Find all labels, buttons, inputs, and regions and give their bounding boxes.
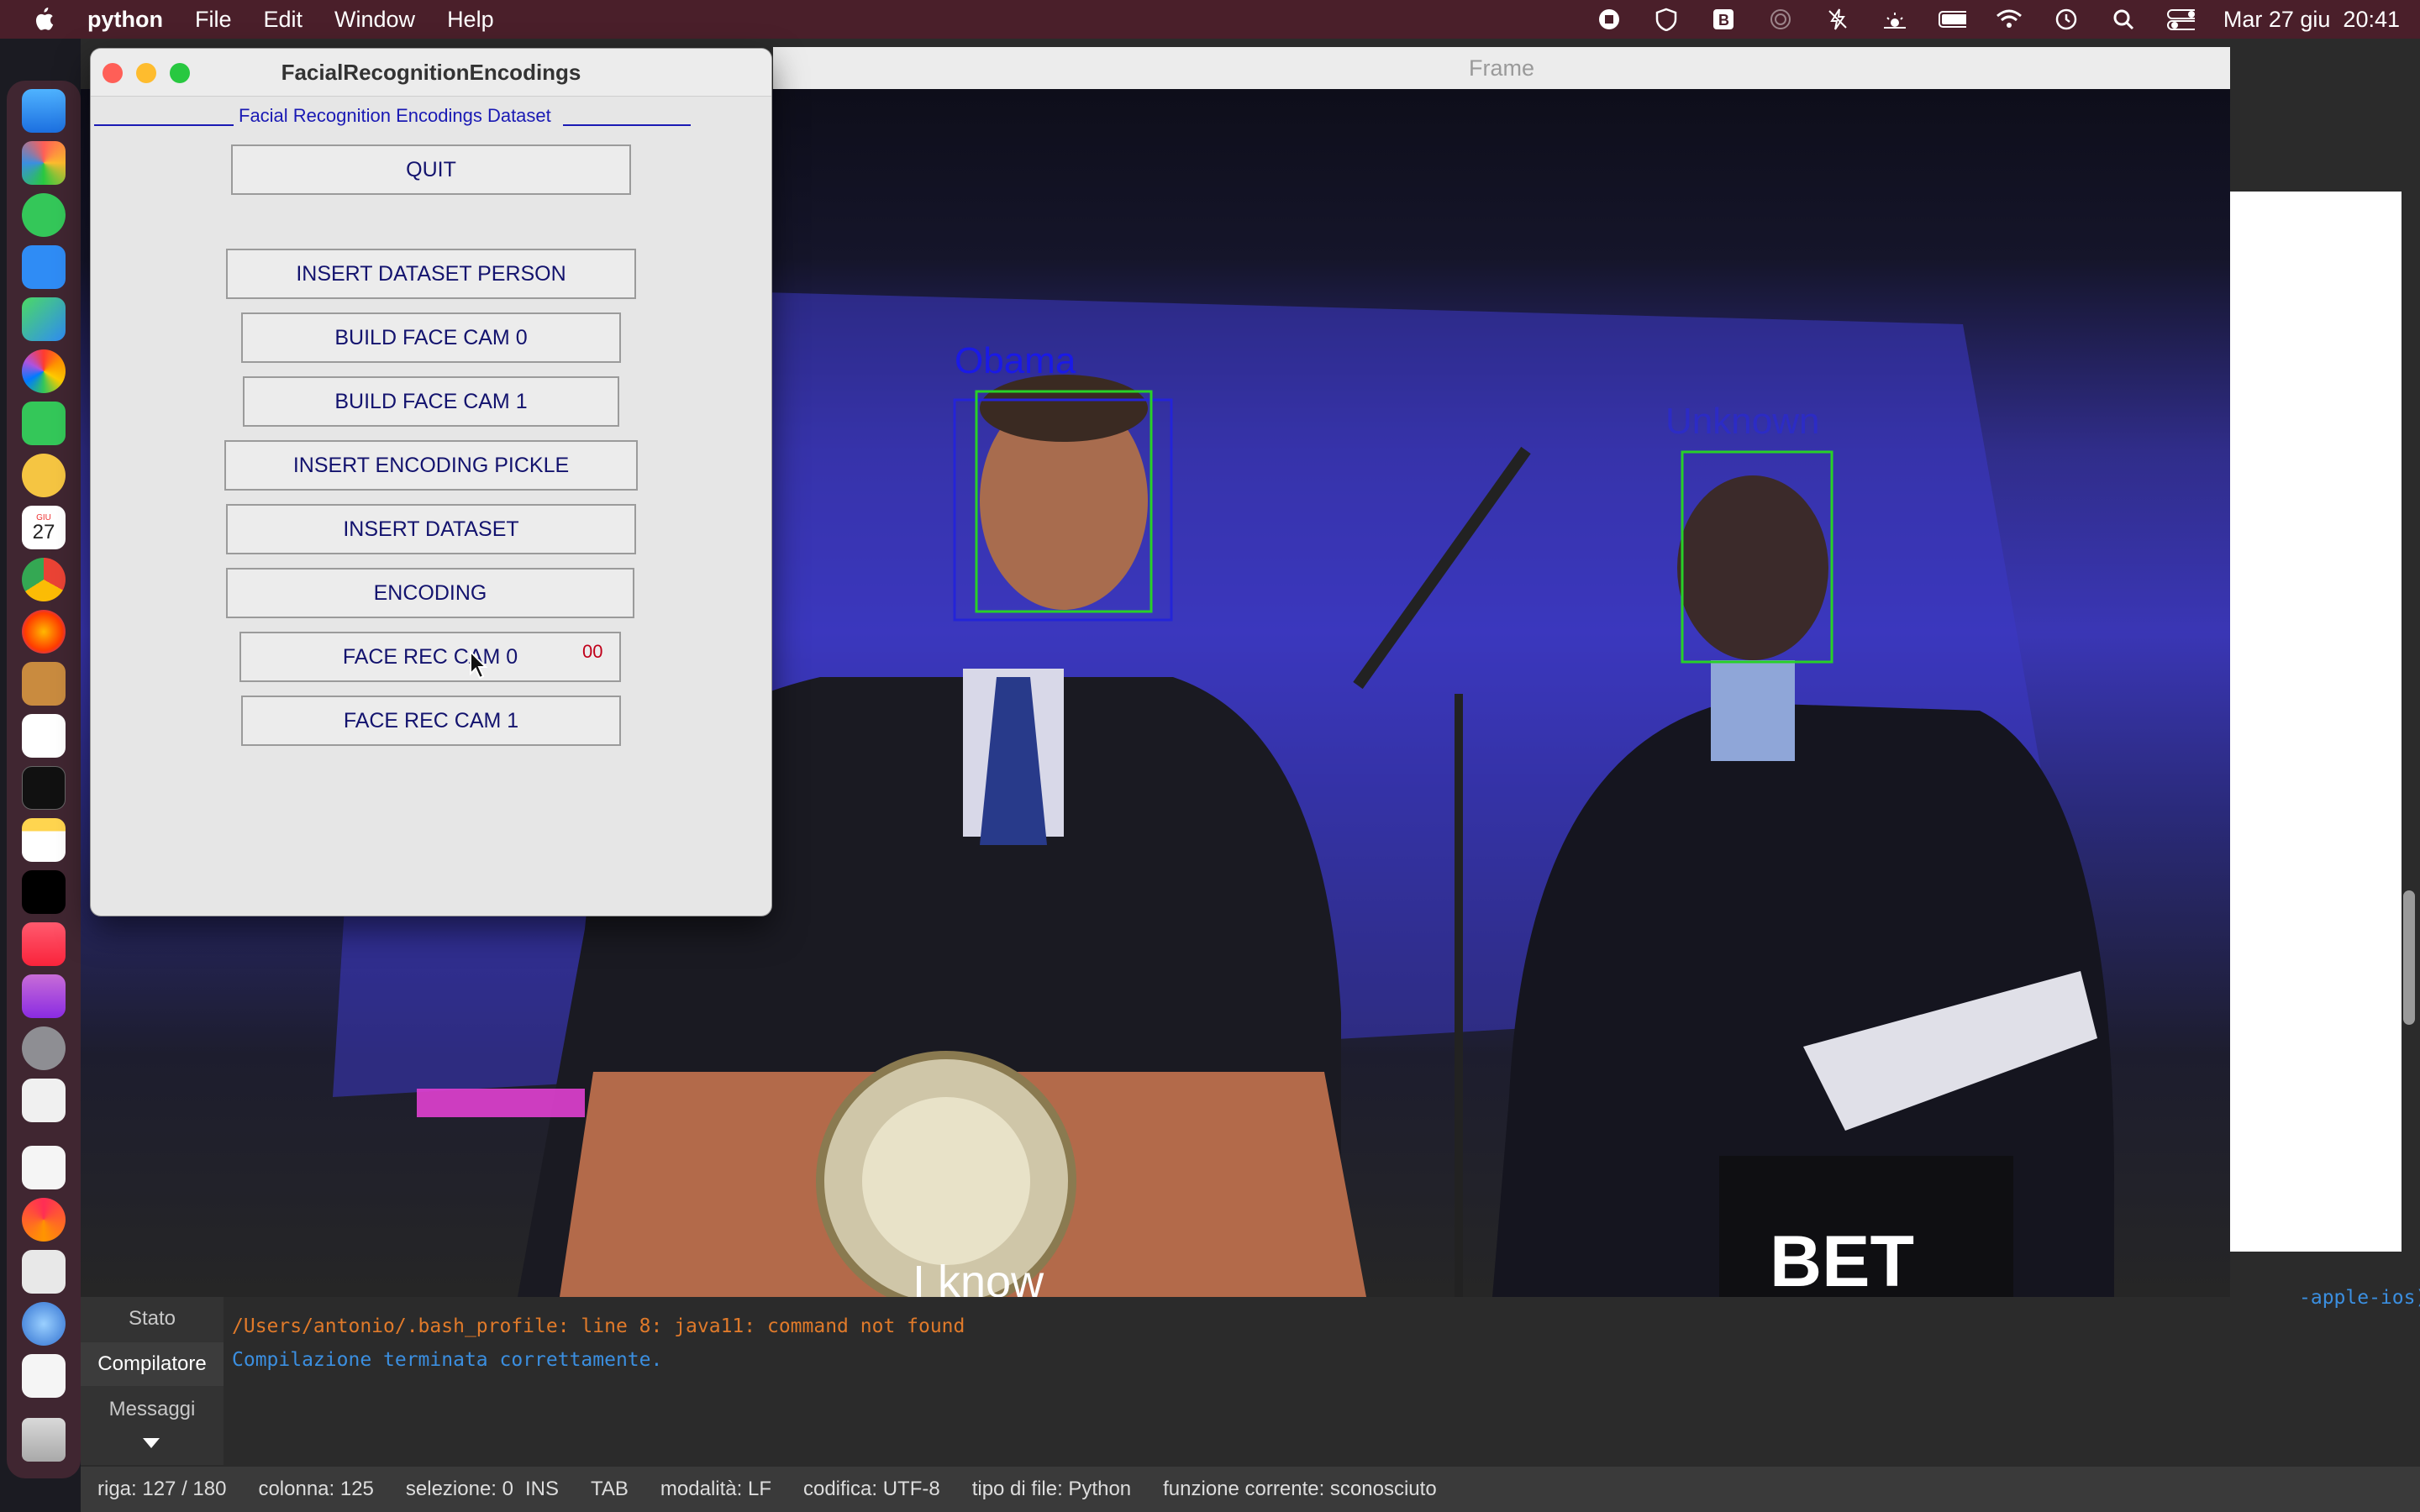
face-rec-cam-1-button[interactable]: FACE REC CAM 1: [241, 696, 621, 746]
music-icon[interactable]: [22, 922, 66, 966]
tab-stato[interactable]: Stato: [81, 1297, 224, 1341]
calendar-icon[interactable]: GIU 27: [22, 506, 66, 549]
menu-edit[interactable]: Edit: [264, 7, 303, 33]
status-ins: INS: [525, 1478, 560, 1500]
frame-window-titlebar[interactable]: Frame: [773, 47, 2230, 89]
caption-text: I know: [913, 1257, 1044, 1297]
status-tipo-file: tipo di file: Python: [971, 1478, 1132, 1500]
status-colonna: colonna: 125: [258, 1478, 374, 1500]
encoding-button[interactable]: ENCODING: [226, 568, 634, 618]
facetime-icon[interactable]: [22, 402, 66, 445]
insert-dataset-person-button[interactable]: INSERT DATASET PERSON: [226, 249, 636, 299]
output-tabs: Stato Compilatore Messaggi: [81, 1297, 224, 1465]
status-riga: riga: 127 / 180: [97, 1478, 227, 1500]
battery-icon[interactable]: [1938, 8, 1966, 31]
brightness-icon[interactable]: [1881, 8, 1909, 31]
app-menu-python[interactable]: python: [87, 7, 163, 33]
face-label-unknown: Unknown: [1665, 401, 1819, 442]
notes-icon[interactable]: [22, 818, 66, 862]
control-center-icon[interactable]: [2166, 8, 2195, 31]
header-rule-right: [562, 124, 691, 126]
podcasts-icon[interactable]: [22, 974, 66, 1018]
editor-side-panel: [2228, 192, 2402, 1252]
tab-messaggi[interactable]: Messaggi: [81, 1388, 224, 1431]
dataset-header: Facial Recognition Encodings Dataset: [94, 104, 699, 128]
window-titlebar[interactable]: FacialRecognitionEncodings: [91, 49, 771, 97]
photos-icon[interactable]: [22, 349, 66, 393]
maps-icon[interactable]: [22, 297, 66, 341]
person-right-shirt: [1711, 660, 1795, 761]
person-left-hair: [980, 375, 1148, 442]
terminal-icon[interactable]: [22, 766, 66, 810]
build-face-cam-1-button[interactable]: BUILD FACE CAM 1: [243, 376, 619, 427]
mail-icon[interactable]: [22, 245, 66, 289]
launchpad-icon[interactable]: [22, 141, 66, 185]
messages-icon[interactable]: [22, 193, 66, 237]
quicktime-icon[interactable]: [22, 1302, 66, 1346]
frame-counter: 00: [582, 641, 603, 662]
console-line-success: Compilazione terminata correttamente.: [232, 1349, 663, 1371]
status-funzione: funzione corrente: sconosciuto: [1163, 1478, 1437, 1500]
cat-app-icon[interactable]: [22, 454, 66, 497]
reminders-icon[interactable]: [22, 714, 66, 758]
tab-compilatore[interactable]: Compilatore: [81, 1342, 224, 1386]
textedit-icon[interactable]: [22, 1250, 66, 1294]
menu-file[interactable]: File: [195, 7, 232, 33]
header-label: Facial Recognition Encodings Dataset: [239, 105, 551, 126]
bolt-off-icon[interactable]: [1823, 8, 1852, 31]
status-selezione: selezione: 0: [405, 1478, 513, 1500]
wifi-icon[interactable]: [1995, 8, 2023, 31]
svg-text:B: B: [1718, 12, 1729, 29]
search-icon[interactable]: [2109, 8, 2138, 31]
file-icon[interactable]: [22, 1354, 66, 1398]
finder-icon[interactable]: [22, 89, 66, 133]
trash-icon[interactable]: [22, 1418, 66, 1462]
menu-help[interactable]: Help: [447, 7, 494, 33]
menu-bar: python File Edit Window Help B Mar 27 gi…: [0, 0, 2420, 39]
quit-button[interactable]: QUIT: [231, 144, 631, 195]
contacts-icon[interactable]: [22, 662, 66, 706]
status-codifica: codifica: UTF-8: [802, 1478, 940, 1500]
apple-tv-icon[interactable]: [22, 870, 66, 914]
presidential-seal-inner: [862, 1097, 1030, 1265]
apple-icon[interactable]: [29, 5, 57, 34]
shield-icon[interactable]: [1652, 8, 1681, 31]
chevron-down-icon[interactable]: [143, 1438, 160, 1448]
status-tab: TAB: [591, 1478, 629, 1500]
insert-dataset-button[interactable]: INSERT DATASET: [226, 504, 636, 554]
fingerprint-icon[interactable]: [1766, 8, 1795, 31]
preview-icon[interactable]: [22, 1079, 66, 1122]
console-partial-line: -apple-ios): [2299, 1287, 2420, 1309]
build-face-cam-0-button[interactable]: BUILD FACE CAM 0: [241, 312, 621, 363]
bet-logo: BET: [1770, 1221, 1914, 1297]
scrollbar[interactable]: [2403, 890, 2415, 1025]
screen-recorder-icon[interactable]: [22, 1198, 66, 1242]
console-line-error: /Users/antonio/.bash_profile: line 8: ja…: [232, 1315, 965, 1337]
firefox-icon[interactable]: [22, 610, 66, 654]
face-rec-cam-0-button[interactable]: FACE REC CAM 0: [239, 632, 621, 682]
magenta-light: [417, 1089, 585, 1117]
face-label-obama: Obama: [955, 340, 1076, 381]
document-icon[interactable]: [22, 1146, 66, 1189]
frame-window-title: Frame: [1468, 55, 1534, 81]
facial-recognition-window: FacialRecognitionEncodings Facial Recogn…: [91, 49, 771, 916]
chrome-icon[interactable]: [22, 558, 66, 601]
insert-encoding-pickle-button[interactable]: INSERT ENCODING PICKLE: [224, 440, 638, 491]
b-app-icon[interactable]: B: [1709, 8, 1738, 31]
calendar-day: 27: [32, 520, 55, 543]
status-bar: riga: 127 / 180 colonna: 125 selezione: …: [81, 1467, 2420, 1512]
header-rule-left: [94, 124, 234, 126]
system-settings-icon[interactable]: [22, 1026, 66, 1070]
person-right-face: [1677, 475, 1828, 660]
clock[interactable]: Mar 27 giu 20:41: [2223, 7, 2400, 33]
status-modalita: modalità: LF: [660, 1478, 771, 1500]
window-title: FacialRecognitionEncodings: [281, 59, 581, 85]
menu-window[interactable]: Window: [334, 7, 415, 33]
compiler-output-panel: -apple-ios) /Users/antonio/.bash_profile…: [81, 1287, 2420, 1465]
dock: GIU 27: [7, 81, 81, 1478]
record-stop-icon[interactable]: [1595, 8, 1623, 31]
time-machine-icon[interactable]: [2052, 8, 2081, 31]
